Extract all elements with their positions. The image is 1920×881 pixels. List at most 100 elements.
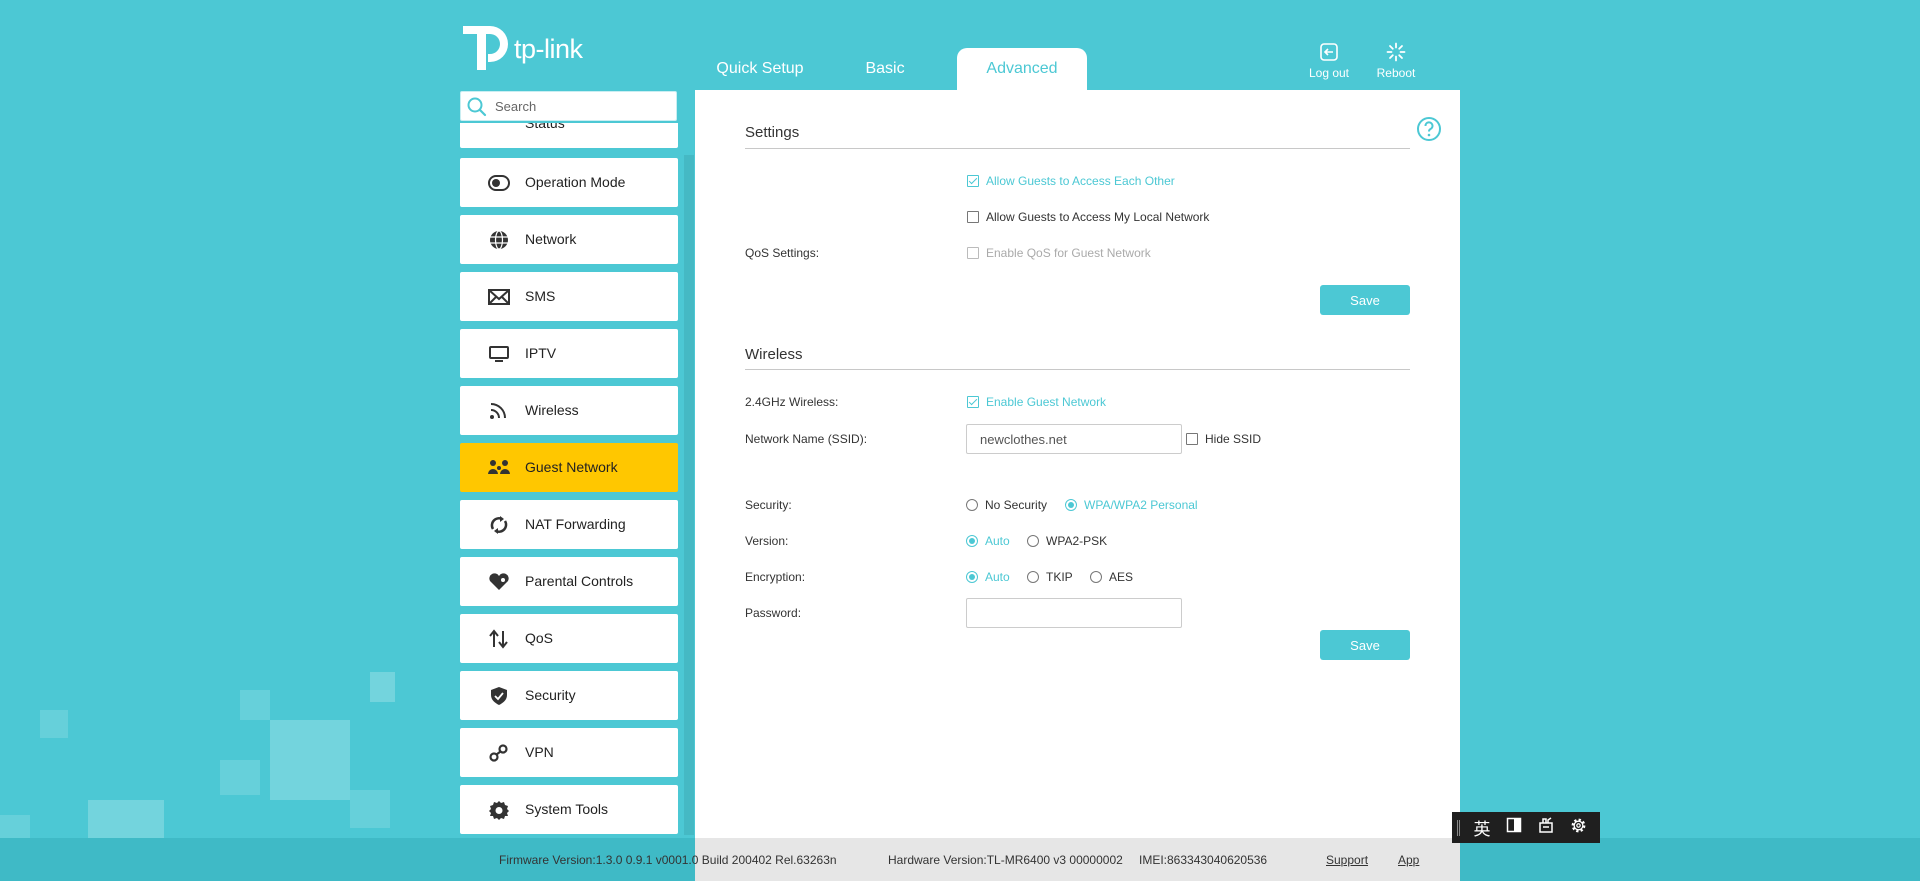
footer: Firmware Version:1.3.0 0.9.1 v0001.0 Bui… (0, 838, 1920, 881)
imei: IMEI:863343040620536 (1139, 853, 1268, 867)
qos-settings-label: QoS Settings: (745, 246, 820, 260)
toolbox-icon (1539, 817, 1553, 833)
gear-icon (489, 801, 509, 820)
decoration (220, 760, 260, 795)
help-icon[interactable] (1416, 116, 1442, 142)
enable-guest-network-checkbox[interactable]: Enable Guest Network (967, 395, 1106, 409)
decoration (240, 690, 270, 720)
sidebar: Status Operation Mode Network SMS IPTV W… (460, 123, 678, 835)
sidebar-item-vpn[interactable]: VPN (460, 728, 678, 777)
sidebar-item-system-tools[interactable]: System Tools (460, 785, 678, 834)
decoration (370, 672, 395, 702)
ime-toolbar: 英 (1452, 812, 1600, 843)
envelope-icon (488, 289, 510, 305)
wifi-icon (490, 403, 506, 419)
gear-icon (1571, 818, 1585, 832)
shield-icon (491, 687, 507, 705)
radio-dot (1027, 535, 1039, 547)
sidebar-item-network[interactable]: Network (460, 215, 678, 264)
ssid-input[interactable] (966, 424, 1182, 454)
search-input[interactable] (495, 96, 670, 116)
sidebar-item-operation-mode[interactable]: Operation Mode (460, 158, 678, 207)
sidebar-item-iptv[interactable]: IPTV (460, 329, 678, 378)
wireless-section-title: Wireless (745, 346, 803, 363)
updown-arrows-icon (489, 629, 508, 649)
guests-icon (488, 460, 510, 474)
sidebar-scrollbar[interactable] (684, 155, 694, 835)
support-link[interactable]: Support (1326, 853, 1368, 867)
wireless-save-button[interactable]: Save (1320, 630, 1410, 660)
radio-dot (966, 499, 978, 511)
ime-width-toggle[interactable] (1498, 817, 1530, 838)
encryption-tkip-radio[interactable]: TKIP (1027, 570, 1073, 584)
encryption-label: Encryption: (745, 570, 806, 584)
checkbox-box (967, 396, 979, 408)
logout-icon (1320, 43, 1338, 61)
security-no-security-radio[interactable]: No Security (966, 498, 1047, 512)
settings-save-button[interactable]: Save (1320, 285, 1410, 315)
decoration (350, 790, 390, 828)
tab-quick-setup[interactable]: Quick Setup (695, 48, 825, 90)
radio-dot (1090, 571, 1102, 583)
link-icon (489, 744, 508, 762)
password-label: Password: (745, 606, 802, 620)
version-auto-radio[interactable]: Auto (966, 534, 1010, 548)
status-icon (488, 123, 510, 134)
sidebar-item-parental-controls[interactable]: Parental Controls (460, 557, 678, 606)
sidebar-item-sms[interactable]: SMS (460, 272, 678, 321)
checkbox-box (967, 211, 979, 223)
monitor-icon (489, 346, 509, 362)
version-label: Version: (745, 534, 789, 548)
logout-button[interactable]: Log out (1301, 42, 1357, 80)
app-link[interactable]: App (1398, 853, 1419, 867)
ime-tools-button[interactable] (1530, 817, 1562, 838)
enable-qos-guest-checkbox: Enable QoS for Guest Network (967, 246, 1151, 260)
sidebar-item-nat-forwarding[interactable]: NAT Forwarding (460, 500, 678, 549)
brand-name: tp-link (514, 34, 583, 64)
settings-section-title: Settings (745, 124, 800, 141)
logout-label: Log out (1308, 66, 1350, 80)
ime-settings-button[interactable] (1562, 817, 1594, 839)
divider (745, 148, 1410, 149)
half-width-icon (1506, 817, 1522, 833)
content-panel (695, 90, 1460, 881)
checkbox-box (967, 247, 979, 259)
ssid-label: Network Name (SSID): (745, 432, 868, 446)
ime-language-toggle[interactable]: 英 (1466, 815, 1498, 840)
firmware-version: Firmware Version:1.3.0 0.9.1 v0001.0 Bui… (499, 853, 837, 867)
search-icon (467, 97, 487, 117)
toggle-icon (488, 175, 510, 191)
hardware-version: Hardware Version:TL-MR6400 v3 00000002 (888, 853, 1123, 867)
version-wpa2-psk-radio[interactable]: WPA2-PSK (1027, 534, 1107, 548)
tab-advanced[interactable]: Advanced (957, 48, 1087, 90)
checkbox-box (1186, 433, 1198, 445)
hide-ssid-checkbox[interactable]: Hide SSID (1186, 432, 1261, 446)
tab-basic[interactable]: Basic (825, 48, 945, 90)
allow-guests-each-other-checkbox[interactable]: Allow Guests to Access Each Other (967, 174, 1175, 188)
forwarding-icon (490, 516, 508, 534)
radio-dot (966, 535, 978, 547)
reboot-icon (1386, 42, 1406, 62)
decoration (40, 710, 68, 738)
globe-icon (490, 230, 508, 250)
sidebar-item-qos[interactable]: QoS (460, 614, 678, 663)
password-input[interactable] (966, 598, 1182, 628)
radio-dot (1027, 571, 1039, 583)
heart-icon (489, 573, 509, 590)
divider (745, 369, 1410, 370)
allow-guests-local-network-checkbox[interactable]: Allow Guests to Access My Local Network (967, 210, 1209, 224)
reboot-label: Reboot (1376, 66, 1416, 80)
sidebar-item-guest-network[interactable]: Guest Network (460, 443, 678, 492)
sidebar-item-wireless[interactable]: Wireless (460, 386, 678, 435)
radio-dot (966, 571, 978, 583)
sidebar-item-security[interactable]: Security (460, 671, 678, 720)
tp-link-logo-mark (463, 26, 509, 70)
encryption-aes-radio[interactable]: AES (1090, 570, 1133, 584)
security-wpa-personal-radio[interactable]: WPA/WPA2 Personal (1065, 498, 1198, 512)
sidebar-item-status[interactable]: Status (460, 123, 678, 148)
band-label: 2.4GHz Wireless: (745, 395, 839, 409)
encryption-auto-radio[interactable]: Auto (966, 570, 1010, 584)
tp-link-logo: tp-link (459, 20, 599, 72)
reboot-button[interactable]: Reboot (1368, 42, 1424, 80)
ime-drag-handle[interactable] (1457, 819, 1460, 836)
